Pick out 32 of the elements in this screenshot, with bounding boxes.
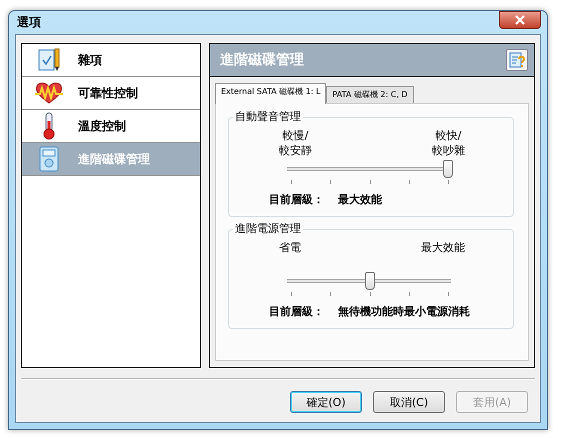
item-label: 雜項 bbox=[78, 52, 102, 68]
slider-label: 較慢/ 較安靜 bbox=[279, 128, 312, 158]
drive-icon bbox=[39, 146, 59, 172]
item-label: 進階磁碟管理 bbox=[78, 150, 150, 168]
item-label: 溫度控制 bbox=[78, 118, 126, 134]
status-value: 最大效能 bbox=[338, 192, 382, 207]
status-value: 無待機功能時最小電源消耗 bbox=[338, 304, 470, 319]
slider-label: 省電 bbox=[279, 240, 301, 256]
tab[interactable]: External SATA 磁碟機 1: L bbox=[215, 83, 326, 104]
notepad-icon bbox=[37, 47, 61, 73]
help-button[interactable] bbox=[506, 49, 528, 71]
slider-thumb[interactable] bbox=[443, 160, 453, 178]
close-icon bbox=[515, 14, 525, 24]
slider-thumb[interactable] bbox=[365, 272, 375, 290]
panel-title: 進階磁碟管理 bbox=[220, 51, 304, 69]
tab[interactable]: PATA 磁碟機 2: C, D bbox=[326, 86, 414, 103]
heart-pulse-icon bbox=[34, 81, 64, 105]
slider-label: 較快/ 較吵雜 bbox=[432, 128, 465, 158]
thermometer-icon bbox=[42, 112, 56, 140]
status-label: 目前層級： bbox=[269, 192, 324, 207]
dialog-button[interactable]: 取消(C) bbox=[373, 391, 445, 413]
status-label: 目前層級： bbox=[269, 304, 324, 319]
dialog-button[interactable]: 確定(O) bbox=[290, 391, 362, 413]
window-title: 選項 bbox=[17, 14, 41, 31]
group-title: 自動聲音管理 bbox=[233, 109, 303, 124]
sidebar-item[interactable]: 可靠性控制 bbox=[22, 77, 200, 110]
close-button[interactable] bbox=[499, 10, 541, 28]
sidebar-item[interactable]: 雜項 bbox=[22, 44, 200, 77]
help-icon bbox=[509, 52, 525, 68]
item-label: 可靠性控制 bbox=[78, 84, 138, 102]
group-title: 進階電源管理 bbox=[233, 221, 303, 236]
slider-label: 最大效能 bbox=[421, 240, 465, 256]
